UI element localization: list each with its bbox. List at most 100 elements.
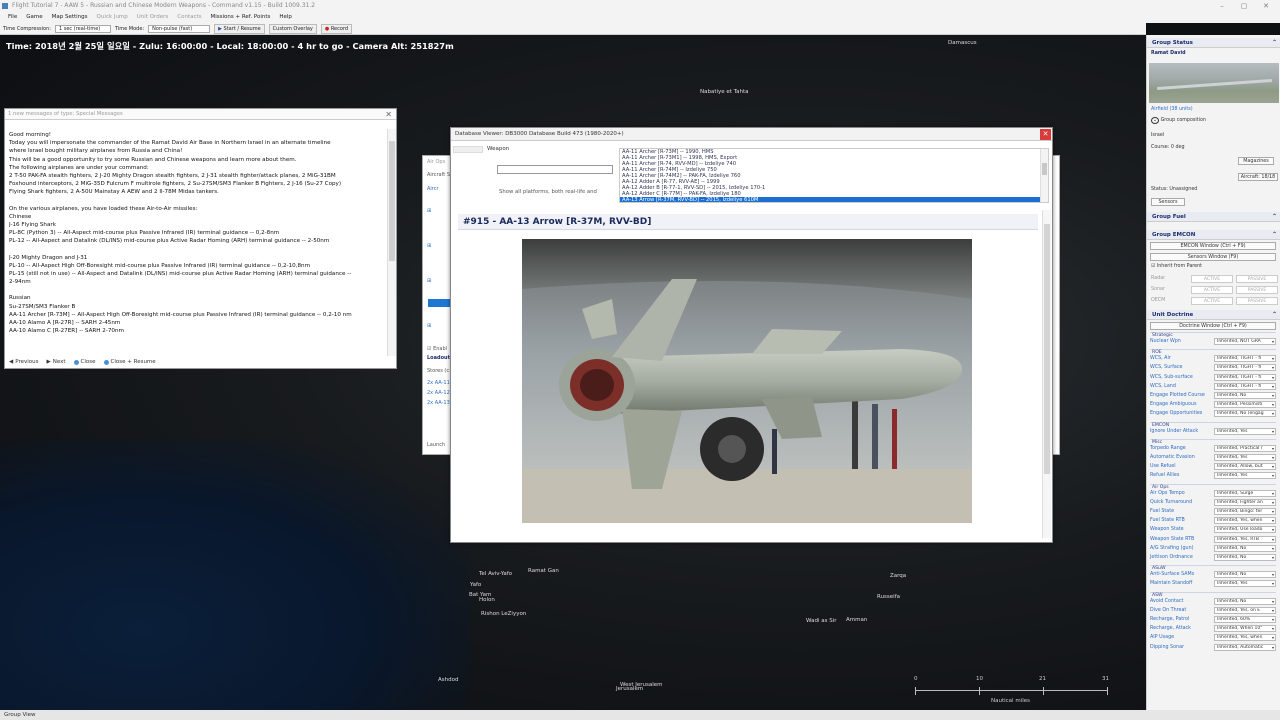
doctrine-setting-label[interactable]: Nuclear Wpn (1150, 339, 1181, 344)
emcon-window-button[interactable]: EMCON Window (Ctrl + F9) (1150, 242, 1276, 250)
previous-button[interactable]: ◀ Previous (9, 359, 38, 365)
doctrine-setting-select[interactable]: Inherited, Yes ▾ (1214, 472, 1276, 480)
radar-passive-button[interactable]: PASSIVE (1236, 275, 1278, 283)
doctrine-setting-label[interactable]: Engage Opportunities (1150, 411, 1202, 416)
store-item[interactable]: 2x AA-12 (427, 390, 450, 396)
doctrine-setting-select[interactable]: Inherited, No ▾ (1214, 392, 1276, 399)
doctrine-setting-label[interactable]: Recharge, Attack (1150, 626, 1191, 631)
doctrine-setting-label[interactable]: Ignore Under Attack (1150, 429, 1198, 434)
doctrine-setting-label[interactable]: Refuel Allies (1150, 473, 1179, 478)
doctrine-setting-label[interactable]: Weapon State (1150, 527, 1184, 532)
doctrine-setting-select[interactable]: Inherited, Yes ▾ (1214, 580, 1276, 588)
doctrine-setting-select[interactable]: Inherited, Yes, when ▾ (1214, 517, 1276, 525)
record-scrollbar[interactable] (1042, 210, 1051, 538)
selected-row[interactable] (428, 299, 450, 307)
store-item[interactable]: 2x AA-11 (427, 380, 450, 386)
doctrine-setting-label[interactable]: Recharge, Patrol (1150, 617, 1189, 622)
doctrine-setting-label[interactable]: Quick Turnaround (1150, 500, 1192, 505)
close-resume-button[interactable]: Close + Resume (103, 359, 156, 365)
next-button[interactable]: ▶ Next (46, 359, 65, 365)
custom-overlay-button[interactable]: Custom Overlay (268, 23, 317, 34)
doctrine-setting-select[interactable]: Inherited, Yes, when ▾ (1214, 634, 1276, 642)
doctrine-setting-label[interactable]: A/G Strafing (gun) (1150, 546, 1193, 551)
doctrine-setting-select[interactable]: Inherited, No ▾ (1214, 597, 1276, 605)
doctrine-setting-select[interactable]: Inherited, TIGHT - fi ▾ (1214, 382, 1276, 390)
expand-icon[interactable]: ⊞ (427, 278, 431, 284)
doctrine-setting-select[interactable]: Inherited, No (engag ▾ (1214, 410, 1276, 418)
expand-icon[interactable]: ⊞ (427, 243, 431, 249)
doctrine-window-button[interactable]: Doctrine Window (Ctrl + F9) (1150, 322, 1276, 330)
store-item[interactable]: 2x AA-13 (427, 400, 450, 406)
menu-quick-jump[interactable]: Quick Jump (97, 12, 128, 23)
group-composition-toggle[interactable]: ⌄ Group composition (1151, 117, 1206, 124)
doctrine-setting-label[interactable]: Engage Ambiguous (1150, 402, 1196, 407)
doctrine-setting-select[interactable]: Inherited, No ▾ (1214, 544, 1276, 552)
doctrine-setting-label[interactable]: Torpedo Range (1150, 446, 1186, 451)
magazines-button[interactable]: Magazines (1238, 157, 1274, 165)
record-button[interactable]: ● Record (320, 23, 353, 34)
menu-file[interactable]: File (8, 12, 17, 23)
message-scrollbar[interactable] (387, 129, 396, 356)
doctrine-setting-select[interactable]: Inherited, Pessimisti ▾ (1214, 401, 1276, 409)
doctrine-setting-select[interactable]: Inherited, Yes, on E ▾ (1214, 606, 1276, 614)
doctrine-setting-select[interactable]: Inherited, Allow, but ▾ (1214, 463, 1276, 471)
doctrine-setting-label[interactable]: Anti-Surface SAMs (1150, 572, 1194, 577)
doctrine-setting-select[interactable]: Inherited, No ▾ (1214, 554, 1276, 561)
close-icon[interactable]: ✕ (385, 109, 392, 120)
air-ops-tab[interactable]: Aircr (427, 186, 439, 192)
menu-help[interactable]: Help (279, 12, 292, 23)
doctrine-setting-label[interactable]: Dipping Sonar (1150, 645, 1184, 650)
doctrine-setting-label[interactable]: WCS, Sub-surface (1150, 375, 1193, 380)
sonar-passive-button[interactable]: PASSIVE (1236, 286, 1278, 294)
sensors-button[interactable]: Sensors (1151, 198, 1185, 206)
close-button[interactable]: ✕ (1040, 129, 1051, 140)
doctrine-setting-select[interactable]: Inherited, TIGHT - fi ▾ (1214, 355, 1276, 363)
doctrine-setting-select[interactable]: Inherited, When 10° ▾ (1214, 625, 1276, 633)
group-emcon-header[interactable]: Group EMCON ⌃ (1147, 230, 1280, 240)
expand-icon[interactable]: ⊞ (427, 323, 431, 329)
doctrine-setting-select[interactable]: Inherited, Yes ▾ (1214, 454, 1276, 461)
show-all-note[interactable]: Show all platforms, both real-life and (499, 189, 597, 195)
doctrine-setting-label[interactable]: WCS, Surface (1150, 365, 1182, 370)
menu-unit-orders[interactable]: Unit Orders (137, 12, 168, 23)
doctrine-setting-select[interactable]: Inherited, Use loado ▾ (1214, 526, 1276, 534)
doctrine-setting-select[interactable]: Inherited, TIGHT - fi ▾ (1214, 373, 1276, 381)
doctrine-setting-select[interactable]: Inherited, Bingo: ter ▾ (1214, 508, 1276, 515)
doctrine-setting-label[interactable]: Fuel State RTB (1150, 518, 1185, 523)
menu-map-settings[interactable]: Map Settings (52, 12, 88, 23)
doctrine-setting-label[interactable]: WCS, Air (1150, 356, 1171, 361)
unit-doctrine-header[interactable]: Unit Doctrine ⌃ (1147, 310, 1280, 320)
list-scrollbar[interactable] (1040, 149, 1048, 202)
time-compression-select[interactable]: 1 sec (real-time) (54, 24, 111, 33)
doctrine-setting-select[interactable]: Inherited, Automatic ▾ (1214, 643, 1276, 651)
menu-game[interactable]: Game (26, 12, 42, 23)
doctrine-setting-select[interactable]: Inherited, Yes, RTB ▾ (1214, 535, 1276, 543)
doctrine-setting-label[interactable]: Automatic Evasion (1150, 455, 1195, 460)
doctrine-setting-select[interactable]: Inherited, 60% ▾ (1214, 616, 1276, 623)
doctrine-setting-select[interactable]: Inherited, NOT GRA ▾ (1214, 338, 1276, 345)
sonar-active-button[interactable]: ACTIVE (1191, 286, 1233, 294)
group-fuel-header[interactable]: Group Fuel ⌃ (1147, 212, 1280, 222)
doctrine-setting-label[interactable]: Use Refuel (1150, 464, 1176, 469)
launch-label[interactable]: Launch (427, 442, 445, 448)
enable-checkbox[interactable]: ☑ Enabl (427, 346, 447, 352)
time-mode-select[interactable]: Non-pulse (fast) (148, 24, 211, 33)
close-message-button[interactable]: Close (73, 359, 96, 365)
doctrine-setting-label[interactable]: WCS, Land (1150, 384, 1176, 389)
start-resume-button[interactable]: ▶ Start / Resume (214, 23, 265, 34)
doctrine-setting-select[interactable]: Inherited, Fighter an ▾ (1214, 498, 1276, 506)
sensors-window-button[interactable]: Sensors Window (F9) (1150, 253, 1276, 261)
search-input[interactable] (497, 165, 613, 174)
group-status-header[interactable]: Group Status ⌃ (1147, 38, 1280, 48)
doctrine-setting-label[interactable]: Weapon State RTB (1150, 537, 1194, 542)
filter-tab[interactable] (453, 146, 483, 153)
close-app-button[interactable]: ✕ (1252, 0, 1280, 12)
weapon-list[interactable]: AA-11 Archer [R-73M] -- 1990, HMS AA-11 … (619, 148, 1049, 203)
doctrine-setting-select[interactable]: Inherited, TIGHT - fi ▾ (1214, 364, 1276, 372)
menu-contacts[interactable]: Contacts (177, 12, 201, 23)
inherit-checkbox[interactable]: ☑ Inherit from Parent (1151, 264, 1202, 269)
aircraft-button[interactable]: Aircraft: 18/18 (1238, 173, 1278, 181)
oecm-passive-button[interactable]: PASSIVE (1236, 297, 1278, 305)
airfield-link[interactable]: Airfield (38 units) (1151, 107, 1193, 112)
list-item-selected[interactable]: AA-13 Arrow [R-37M, RVV-BD] -- 2015, Izd… (620, 197, 1048, 202)
